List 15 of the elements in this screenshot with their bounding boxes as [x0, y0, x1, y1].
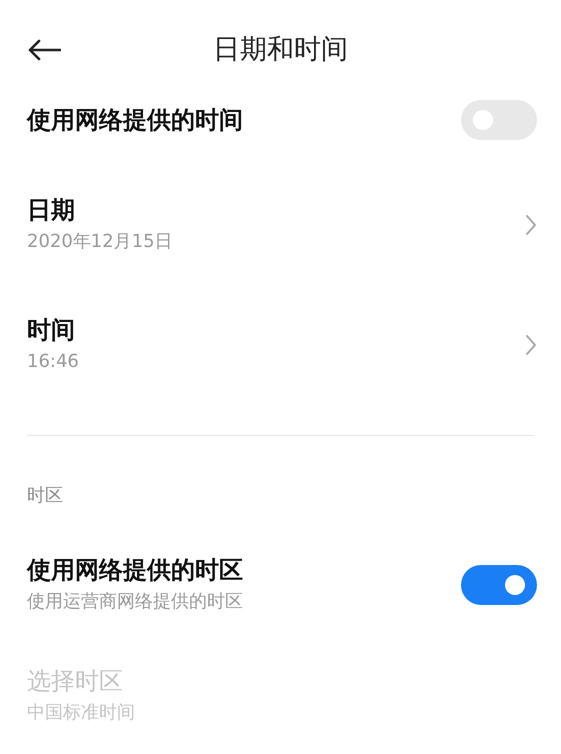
row-title: 日期	[27, 195, 76, 226]
row-title: 时间	[27, 314, 76, 346]
row-subtitle: 2020年12月15日	[27, 230, 173, 254]
section-header: 时区	[26, 484, 64, 508]
row-title: 选择时区	[27, 666, 124, 697]
row-subtitle: 16:46	[27, 350, 79, 374]
row-title: 使用网络提供的时间	[27, 105, 243, 136]
toggle-switch[interactable]	[461, 565, 537, 605]
row-subtitle: 使用运营商网络提供的时区	[27, 590, 243, 614]
chevron-icon	[525, 214, 537, 236]
chevron-icon	[525, 334, 537, 356]
back-icon	[27, 39, 61, 61]
row-title: 使用网络提供的时区	[27, 555, 243, 586]
page-title: 日期和时间	[213, 33, 348, 67]
row-subtitle: 中国标准时间	[27, 701, 135, 725]
